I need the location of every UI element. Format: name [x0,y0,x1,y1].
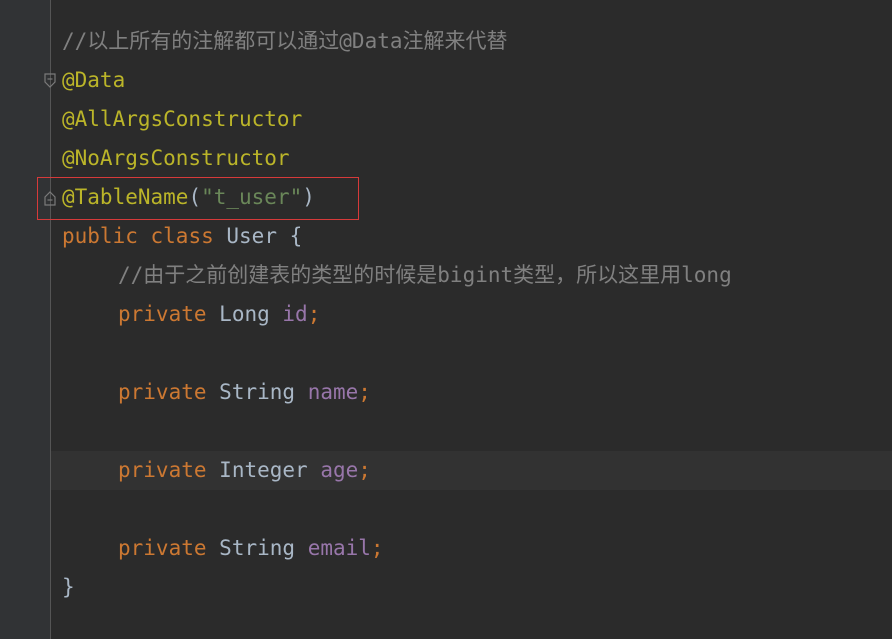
punctuation-token: } [62,575,75,599]
code-line[interactable]: private String name; [62,373,892,412]
comment-token: //由于之前创建表的类型的时候是bigint类型，所以这里用long [118,263,732,287]
code-line-empty[interactable] [62,490,892,529]
gutter-divider [50,0,51,639]
annotation-token: @NoArgsConstructor [62,146,290,170]
code-line-current[interactable]: private Integer age; [62,451,892,490]
code-line[interactable]: private String email; [62,529,892,568]
field-token: age [320,458,359,482]
code-line[interactable]: @NoArgsConstructor [62,139,892,178]
keyword-token: private [118,302,207,326]
keyword-token: public [62,224,138,248]
field-token: id [282,302,308,326]
keyword-token: private [118,536,207,560]
field-token: email [307,536,371,560]
type-token: Integer [219,458,308,482]
code-line[interactable]: @Data [62,61,892,100]
highlight-box [37,177,359,220]
code-line[interactable]: private Long id; [62,295,892,334]
punctuation-token: ; [358,380,371,404]
punctuation-token: ; [307,302,321,326]
annotation-token: @Data [62,68,126,92]
editor-gutter[interactable] [0,0,50,639]
punctuation-token: { [289,224,303,248]
type-token: String [219,536,296,560]
code-line[interactable]: //以上所有的注解都可以通过@Data注解来代替 [62,22,892,61]
keyword-token: private [118,380,207,404]
code-editor[interactable]: //以上所有的注解都可以通过@Data注解来代替 @Data @AllArgsC… [0,0,892,639]
type-token: Long [219,302,270,326]
code-line[interactable]: public class User { [62,217,892,256]
code-line-empty[interactable] [62,334,892,373]
comment-token: //以上所有的注解都可以通过@Data注解来代替 [62,29,508,53]
code-area[interactable]: //以上所有的注解都可以通过@Data注解来代替 @Data @AllArgsC… [62,22,892,607]
punctuation-token: ; [370,536,384,560]
code-line[interactable]: } [62,568,892,607]
field-token: name [307,380,359,404]
type-token: String [219,380,296,404]
code-line[interactable]: //由于之前创建表的类型的时候是bigint类型，所以这里用long [62,256,892,295]
keyword-token: class [150,224,214,248]
fold-start-icon[interactable] [43,73,57,89]
annotation-token: @AllArgsConstructor [62,107,303,131]
code-line[interactable]: @AllArgsConstructor [62,100,892,139]
punctuation-token: ; [358,458,371,482]
code-line-empty[interactable] [62,412,892,451]
class-name-token: User [226,224,277,248]
keyword-token: private [118,458,207,482]
